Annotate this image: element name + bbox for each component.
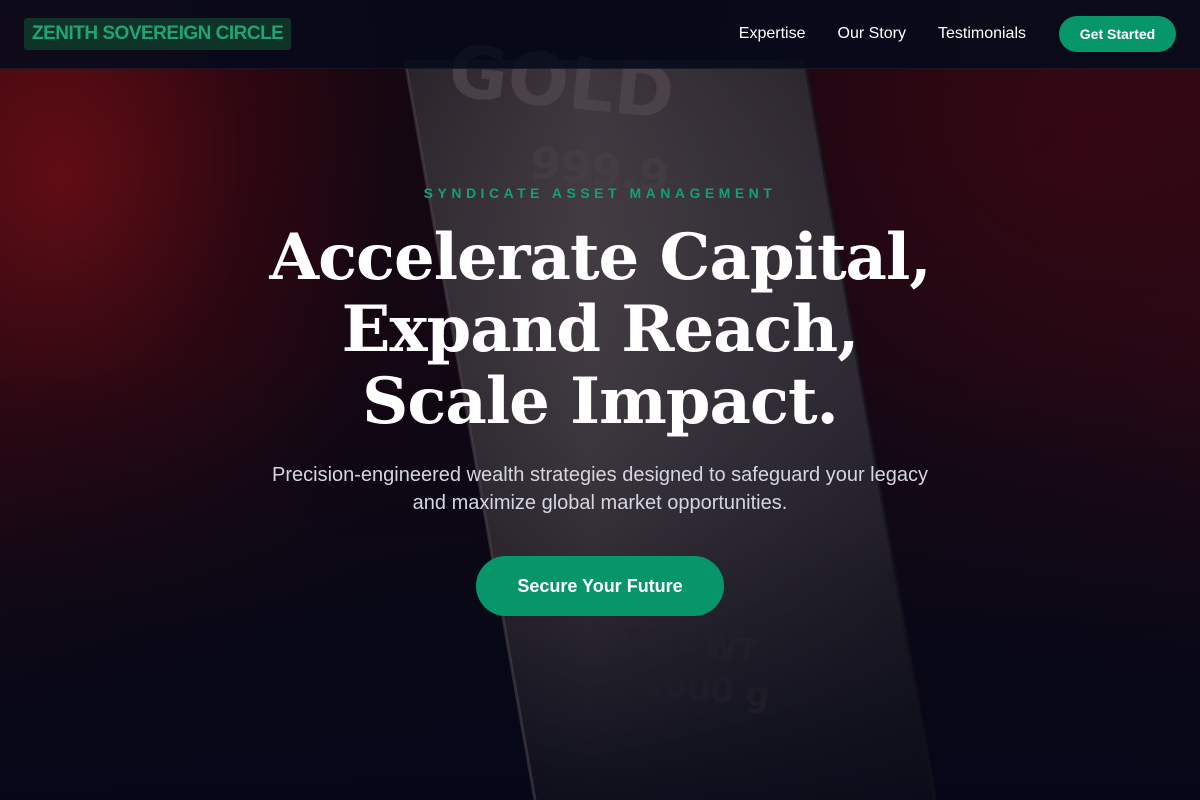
nav-link-expertise[interactable]: Expertise — [739, 25, 806, 43]
hero-section: SYNDICATE ASSET MANAGEMENT Accelerate Ca… — [0, 0, 1200, 800]
headline-line-1: Accelerate Capital, — [269, 220, 931, 295]
get-started-button[interactable]: Get Started — [1059, 16, 1176, 52]
brand-logo[interactable]: ZENITH SOVEREIGN CIRCLE — [24, 18, 292, 50]
hero-eyebrow: SYNDICATE ASSET MANAGEMENT — [423, 185, 777, 201]
nav-link-testimonials[interactable]: Testimonials — [938, 25, 1026, 43]
secure-your-future-button[interactable]: Secure Your Future — [476, 556, 724, 616]
nav-links: Expertise Our Story Testimonials — [739, 0, 1026, 68]
hero-subtitle: Precision-engineered wealth strategies d… — [272, 464, 928, 514]
headline-line-3: Scale Impact. — [362, 364, 839, 439]
nav-link-our-story[interactable]: Our Story — [838, 25, 906, 43]
hero-headline: Accelerate Capital, Expand Reach, Scale … — [0, 222, 1200, 438]
top-navbar: ZENITH SOVEREIGN CIRCLE Expertise Our St… — [0, 0, 1200, 69]
headline-line-2: Expand Reach, — [341, 292, 860, 367]
